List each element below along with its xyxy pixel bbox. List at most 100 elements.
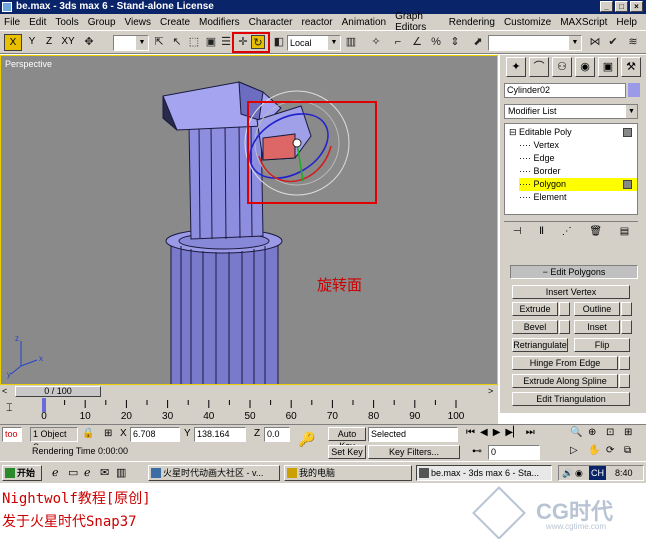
selected-dropdown[interactable]: Selected bbox=[368, 427, 458, 442]
manipulate-icon[interactable]: ✧ bbox=[369, 35, 383, 49]
named-selection-icon[interactable]: ⬈ bbox=[471, 35, 485, 49]
make-unique-icon[interactable]: ⋰ bbox=[562, 226, 572, 237]
spinner-snap-icon[interactable]: ⇕ bbox=[448, 35, 462, 49]
motion-tab-icon[interactable]: ◉ bbox=[575, 57, 595, 77]
stack-item-border[interactable]: ···· Border bbox=[519, 165, 635, 178]
layer-icon[interactable]: ≋ bbox=[626, 35, 640, 49]
hierarchy-tab-icon[interactable]: ⚇ bbox=[552, 57, 572, 77]
select-by-name-icon[interactable]: ☰ bbox=[219, 35, 233, 49]
y-coord-field[interactable]: 138.164 bbox=[194, 427, 246, 442]
next-frame-icon[interactable]: ▶▏ bbox=[505, 427, 520, 442]
snap-icon[interactable]: ✥ bbox=[82, 35, 96, 49]
absolute-mode-icon[interactable]: ⊞ bbox=[104, 428, 112, 439]
menu-animation[interactable]: Animation bbox=[342, 17, 386, 28]
perspective-viewport[interactable]: Perspective 旋转面 z x y bbox=[0, 55, 498, 385]
show-end-result-icon[interactable]: Ⅱ bbox=[539, 226, 544, 237]
menu-help[interactable]: Help bbox=[616, 17, 637, 28]
retriangulate-button[interactable]: Retriangulate bbox=[512, 338, 568, 352]
axis-z-button[interactable]: Z bbox=[41, 34, 57, 51]
configure-sets-icon[interactable]: ▤ bbox=[620, 226, 629, 237]
go-to-end-icon[interactable]: ⏭ bbox=[526, 427, 535, 442]
edit-polygons-header[interactable]: − Edit Polygons bbox=[510, 265, 638, 279]
object-name-field[interactable]: Cylinder02 bbox=[504, 83, 626, 98]
menu-tools[interactable]: Tools bbox=[55, 17, 78, 28]
zoom-all-icon[interactable]: ⊕ bbox=[588, 427, 604, 443]
maximize-button[interactable]: □ bbox=[615, 1, 628, 12]
start-button[interactable]: 开始 bbox=[2, 465, 42, 481]
taskbar-browser[interactable]: 火星时代动画大社区 - v... bbox=[148, 465, 280, 481]
stack-item-polygon[interactable]: ···· Polygon bbox=[519, 178, 637, 191]
menu-edit[interactable]: Edit bbox=[29, 17, 46, 28]
minimize-button[interactable]: _ bbox=[600, 1, 613, 12]
network-icon[interactable]: ◉ bbox=[575, 466, 583, 480]
quicklaunch-ie2-icon[interactable]: ℯ bbox=[84, 466, 91, 479]
pivot-icon[interactable]: ▥ bbox=[344, 35, 358, 49]
arc-rotate-icon[interactable]: ⟳ bbox=[606, 445, 622, 461]
modifier-list-dropdown[interactable]: Modifier List ▼ bbox=[504, 104, 638, 119]
stack-item-vertex[interactable]: ···· Vertex bbox=[519, 139, 635, 152]
align-icon[interactable]: ✔ bbox=[606, 35, 620, 49]
hinge-from-edge-button[interactable]: Hinge From Edge bbox=[512, 356, 618, 370]
lock-selection-icon[interactable]: 🔒 bbox=[82, 428, 94, 439]
track-bar[interactable]: ⌶ 0 10 20 30 40 50 60 70 80 90 100 bbox=[0, 398, 498, 424]
insert-vertex-button[interactable]: Insert Vertex bbox=[512, 285, 630, 299]
quicklaunch-max-icon[interactable]: ▥ bbox=[116, 466, 126, 479]
inset-button[interactable]: Inset bbox=[574, 320, 620, 334]
auto-key-button[interactable]: Auto Key bbox=[328, 427, 366, 451]
inset-settings-icon[interactable] bbox=[621, 320, 632, 334]
select-link-icon[interactable]: ⇱ bbox=[152, 35, 166, 49]
play-icon[interactable]: ▶ bbox=[493, 427, 501, 442]
menu-modifiers[interactable]: Modifiers bbox=[199, 17, 240, 28]
extrude-settings-icon[interactable] bbox=[559, 302, 570, 316]
percent-snap-icon[interactable]: % bbox=[429, 35, 443, 49]
maxscript-listener[interactable]: too bbox=[2, 427, 22, 442]
zoom-extents-all-icon[interactable]: ⊞ bbox=[624, 427, 640, 443]
menu-create[interactable]: Create bbox=[160, 17, 190, 28]
quicklaunch-outlook-icon[interactable]: ✉ bbox=[100, 466, 109, 479]
scale-icon[interactable]: ◧ bbox=[272, 35, 286, 49]
axis-x-button-icon[interactable]: X bbox=[4, 34, 22, 51]
menu-reactor[interactable]: reactor bbox=[302, 17, 333, 28]
key-icon[interactable]: 🔑 bbox=[298, 431, 315, 448]
prev-frame-icon[interactable]: ◀ bbox=[480, 427, 488, 442]
bevel-button[interactable]: Bevel bbox=[512, 320, 558, 334]
menu-character[interactable]: Character bbox=[249, 17, 293, 28]
x-coord-field[interactable]: 6.708 bbox=[130, 427, 180, 442]
stack-item-element[interactable]: ···· Element bbox=[519, 191, 635, 204]
key-filters-button[interactable]: Key Filters... bbox=[368, 445, 460, 459]
create-tab-icon[interactable]: ✦ bbox=[506, 57, 526, 77]
quicklaunch-ie-icon[interactable]: ℯ bbox=[52, 466, 59, 479]
utilities-tab-icon[interactable]: ⚒ bbox=[621, 57, 641, 77]
hinge-settings-icon[interactable] bbox=[619, 356, 630, 370]
remove-modifier-icon[interactable]: 🗑 bbox=[589, 226, 602, 237]
named-selection-dropdown[interactable]: ▼ bbox=[488, 35, 582, 51]
menu-group[interactable]: Group bbox=[88, 17, 116, 28]
stack-item-edge[interactable]: ···· Edge bbox=[519, 152, 635, 165]
go-to-start-icon[interactable]: ⏮ bbox=[466, 427, 475, 442]
region-select-icon[interactable]: ⬚ bbox=[187, 35, 201, 49]
extrude-along-spline-button[interactable]: Extrude Along Spline bbox=[512, 374, 618, 388]
quicklaunch-desktop-icon[interactable]: ▭ bbox=[68, 466, 78, 479]
taskbar-my-computer[interactable]: 我的电脑 bbox=[284, 465, 412, 481]
display-tab-icon[interactable]: ▣ bbox=[598, 57, 618, 77]
stack-item-editable-poly[interactable]: ⊟ Editable Poly bbox=[509, 126, 637, 139]
flip-button[interactable]: Flip bbox=[574, 338, 630, 352]
modify-tab-icon[interactable]: ⌒ bbox=[529, 57, 549, 77]
close-button[interactable]: × bbox=[630, 1, 643, 12]
set-key-button[interactable]: Set Key bbox=[328, 445, 366, 459]
time-next-icon[interactable]: > bbox=[488, 386, 493, 396]
maximize-viewport-icon[interactable]: ⧉ bbox=[624, 445, 640, 461]
select-object-icon[interactable]: ↖ bbox=[170, 35, 184, 49]
bevel-settings-icon[interactable] bbox=[559, 320, 570, 334]
angle-snap-icon[interactable]: ∠ bbox=[410, 35, 424, 49]
zoom-icon[interactable]: 🔍 bbox=[570, 427, 586, 443]
window-crossing-icon[interactable]: ▣ bbox=[204, 35, 218, 49]
menu-customize[interactable]: Customize bbox=[504, 17, 551, 28]
taskbar-3dsmax[interactable]: be.max - 3ds max 6 - Sta... bbox=[416, 465, 552, 481]
edit-triangulation-button[interactable]: Edit Triangulation bbox=[512, 392, 630, 406]
axis-y-button[interactable]: Y bbox=[24, 34, 40, 51]
outline-button[interactable]: Outline bbox=[574, 302, 620, 316]
extrude-spline-settings-icon[interactable] bbox=[619, 374, 630, 388]
zoom-extents-icon[interactable]: ⊡ bbox=[606, 427, 622, 443]
extrude-button[interactable]: Extrude bbox=[512, 302, 558, 316]
